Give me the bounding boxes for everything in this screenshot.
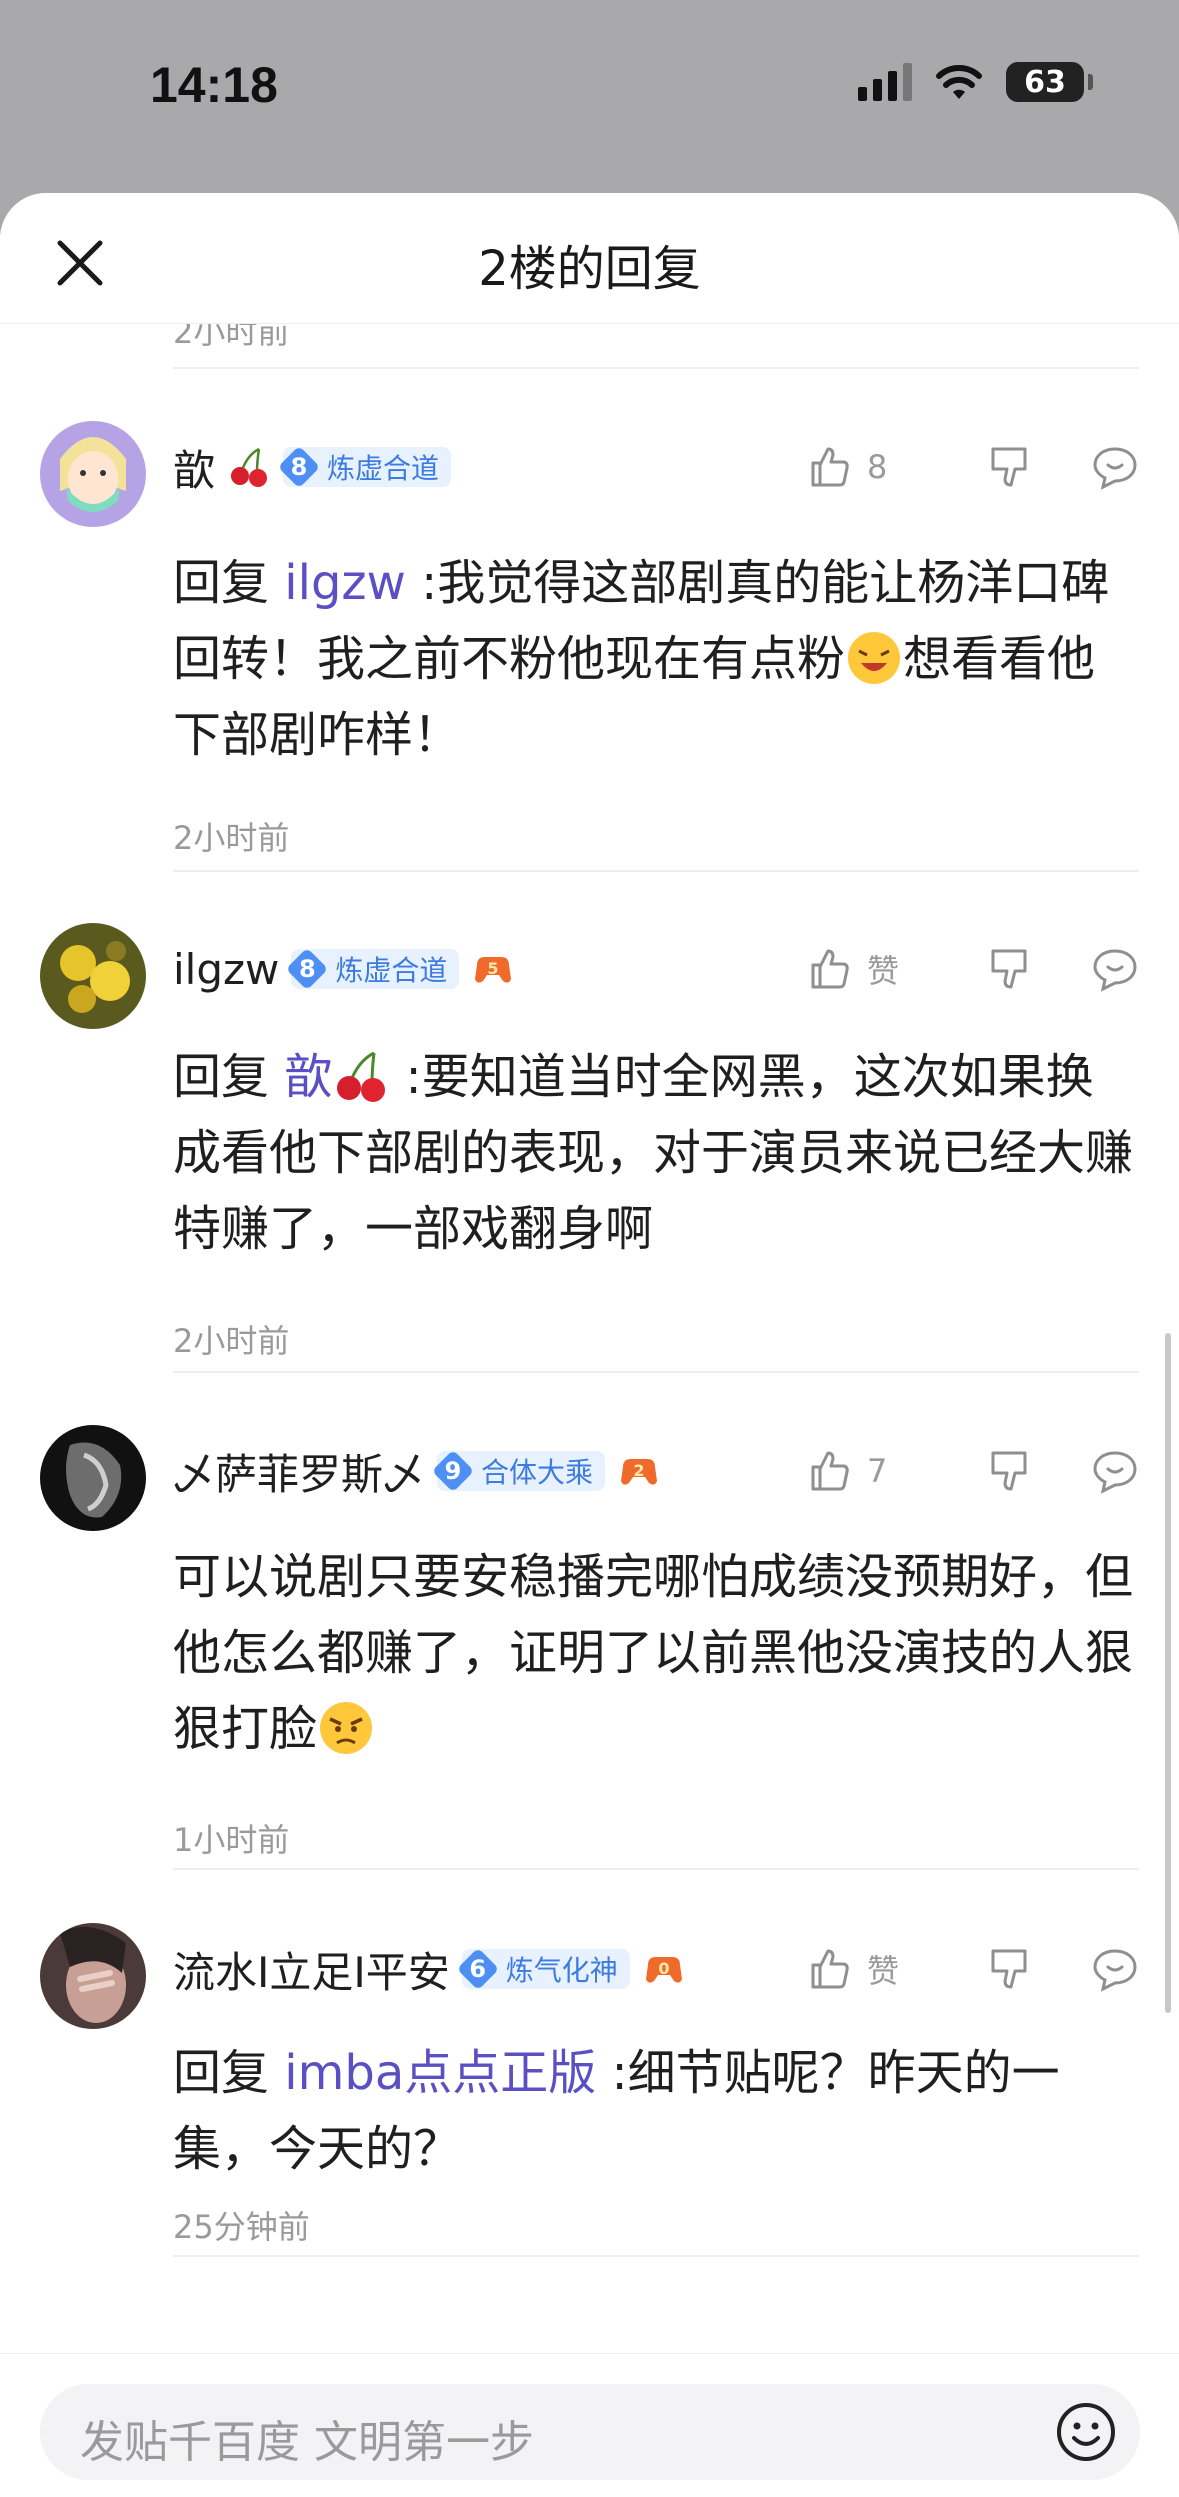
- avatar[interactable]: [40, 421, 146, 527]
- level-title: 炼虚合道: [327, 452, 440, 485]
- level-number: 8: [290, 453, 308, 481]
- status-icons: 63: [858, 62, 1093, 102]
- level-badge: 8 炼虚合道: [291, 949, 460, 989]
- thumbs-up-icon: [811, 1451, 849, 1491]
- mention-link[interactable]: 歆: [284, 1049, 332, 1105]
- sheet-header: 2楼的回复: [0, 193, 1179, 324]
- name-row: ilgzw 8 炼虚合道 5: [173, 941, 515, 997]
- username[interactable]: 流水I立足I平安: [173, 1939, 450, 2000]
- username[interactable]: 乄萨菲罗斯乄: [173, 1441, 425, 1502]
- avatar[interactable]: [40, 1425, 146, 1531]
- like-button[interactable]: 赞: [805, 945, 955, 993]
- username[interactable]: 歆: [173, 437, 215, 498]
- cherry-icon: [231, 447, 268, 487]
- divider: [173, 1868, 1139, 1870]
- divider: [173, 367, 1139, 369]
- name-row: 乄萨菲罗斯乄 9 合体大乘 2: [173, 1443, 661, 1499]
- thumbs-up-icon: [811, 949, 849, 989]
- comment-text: 回复 歆 :要知道当时全网黑，这次如果换成看他下部剧的表现，对于演员来说已经大赚…: [173, 1049, 1134, 1257]
- comment-time: 25分钟前: [173, 2208, 310, 2246]
- comment-text: 可以说剧只要安稳播完哪怕成绩没预期好，但他怎么都赚了，证明了以前黑他没演技的人狠…: [173, 1549, 1134, 1757]
- level-badge: 9 合体大乘: [437, 1451, 606, 1491]
- reply-bubble-icon[interactable]: [1091, 945, 1139, 993]
- reply-bubble-icon[interactable]: [1091, 443, 1139, 491]
- wifi-icon: [936, 65, 982, 99]
- like-button[interactable]: 8: [805, 443, 955, 491]
- cherry-icon: [337, 1051, 386, 1102]
- thumbs-down-icon[interactable]: [985, 945, 1033, 993]
- like-button[interactable]: 赞: [805, 1945, 955, 1993]
- divider: [173, 2255, 1139, 2257]
- name-row: 流水I立足I平安 6 炼气化神 0: [173, 1941, 686, 1997]
- emoji-icon[interactable]: [1054, 2400, 1118, 2464]
- comment-time: 2小时前: [173, 1322, 290, 1360]
- username[interactable]: ilgzw: [173, 945, 279, 994]
- reply-input[interactable]: 发贴千百度 文明第一步: [40, 2384, 1140, 2480]
- gamepad-medal-icon: 2: [621, 1459, 658, 1485]
- name-row: 歆 8 炼虚合道: [173, 437, 452, 498]
- like-count: 7: [867, 1452, 888, 1490]
- like-count: 赞: [867, 1952, 900, 1990]
- comment-text: 回复 ilgzw :我觉得这部剧真的能让杨洋口碑回转！我之前不粉他现在有点粉 想看…: [173, 555, 1110, 763]
- reply-sheet: 2楼的回复 2小时前 歆 8 炼虚合道 8 回复 ilgzw:我觉得这部剧真的…: [0, 193, 1179, 2497]
- gamepad-medal-icon: 0: [645, 1957, 682, 1983]
- level-badge: 8 炼虚合道: [283, 447, 452, 487]
- avatar[interactable]: [40, 923, 146, 1029]
- scrollbar[interactable]: [1165, 1333, 1171, 2013]
- mention-link[interactable]: ilgzw: [284, 555, 406, 611]
- level-title: 炼虚合道: [335, 954, 448, 987]
- reply-bubble-icon[interactable]: [1091, 1945, 1139, 1993]
- comment-time: 2小时前: [173, 819, 290, 857]
- comment-actions: 8: [805, 443, 1139, 491]
- like-count: 8: [867, 448, 888, 486]
- status-time: 14:18: [150, 57, 278, 113]
- comment-time: 1小时前: [173, 1821, 290, 1859]
- battery-level: 63: [1024, 64, 1066, 100]
- thumbs-down-icon[interactable]: [985, 443, 1033, 491]
- status-bar: 14:18 63: [0, 0, 1179, 180]
- angry-face-emoji-icon: [320, 1702, 373, 1754]
- thumbs-up-icon: [811, 1949, 849, 1989]
- comment-actions: 赞: [805, 1945, 1139, 1993]
- gamepad-medal-icon: 5: [475, 957, 512, 983]
- sheet-title: 2楼的回复: [478, 241, 701, 297]
- like-count: 赞: [867, 952, 900, 990]
- level-title: 合体大乘: [481, 1456, 594, 1489]
- svg-text:2: 2: [633, 1461, 644, 1480]
- cellular-signal-icon: [858, 63, 912, 101]
- comment-text: 回复 imba点点正版 :细节贴呢？昨天的一集，今天的？: [173, 2045, 1060, 2177]
- divider: [173, 870, 1139, 872]
- thumbs-down-icon[interactable]: [985, 1945, 1033, 1993]
- input-bar: 发贴千百度 文明第一步: [0, 2353, 1179, 2497]
- level-badge: 6 炼气化神: [461, 1949, 630, 1989]
- input-placeholder: 发贴千百度 文明第一步: [80, 2417, 534, 2468]
- level-number: 9: [444, 1457, 462, 1485]
- level-title: 炼气化神: [505, 1954, 618, 1987]
- reply-list[interactable]: 2小时前 歆 8 炼虚合道 8 回复 ilgzw:我觉得这部剧真的能让杨洋口碑…: [0, 323, 1179, 2353]
- like-button[interactable]: 7: [805, 1447, 955, 1495]
- mention-link[interactable]: imba点点正版: [284, 2045, 596, 2101]
- avatar[interactable]: [40, 1923, 146, 2029]
- battery-icon: 63: [1006, 62, 1093, 102]
- level-number: 6: [469, 1955, 487, 1983]
- divider: [173, 1371, 1139, 1373]
- thumbs-up-icon: [811, 447, 849, 487]
- svg-text:0: 0: [658, 1959, 669, 1978]
- level-number: 8: [299, 955, 316, 983]
- comment-actions: 7: [805, 1447, 1139, 1495]
- reply-bubble-icon[interactable]: [1091, 1447, 1139, 1495]
- comment-actions: 赞: [805, 945, 1139, 993]
- previous-comment-time: 2小时前: [173, 323, 290, 351]
- thumbs-down-icon[interactable]: [985, 1447, 1033, 1495]
- excited-face-emoji-icon: [848, 632, 901, 684]
- svg-text:5: 5: [488, 959, 499, 978]
